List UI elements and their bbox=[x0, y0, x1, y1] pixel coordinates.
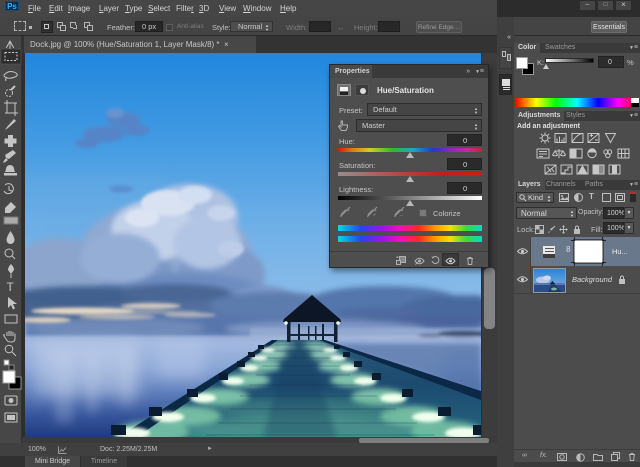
svg-text:–: – bbox=[400, 213, 403, 218]
svg-text:+: + bbox=[373, 213, 376, 218]
svg-text:T: T bbox=[7, 280, 15, 294]
